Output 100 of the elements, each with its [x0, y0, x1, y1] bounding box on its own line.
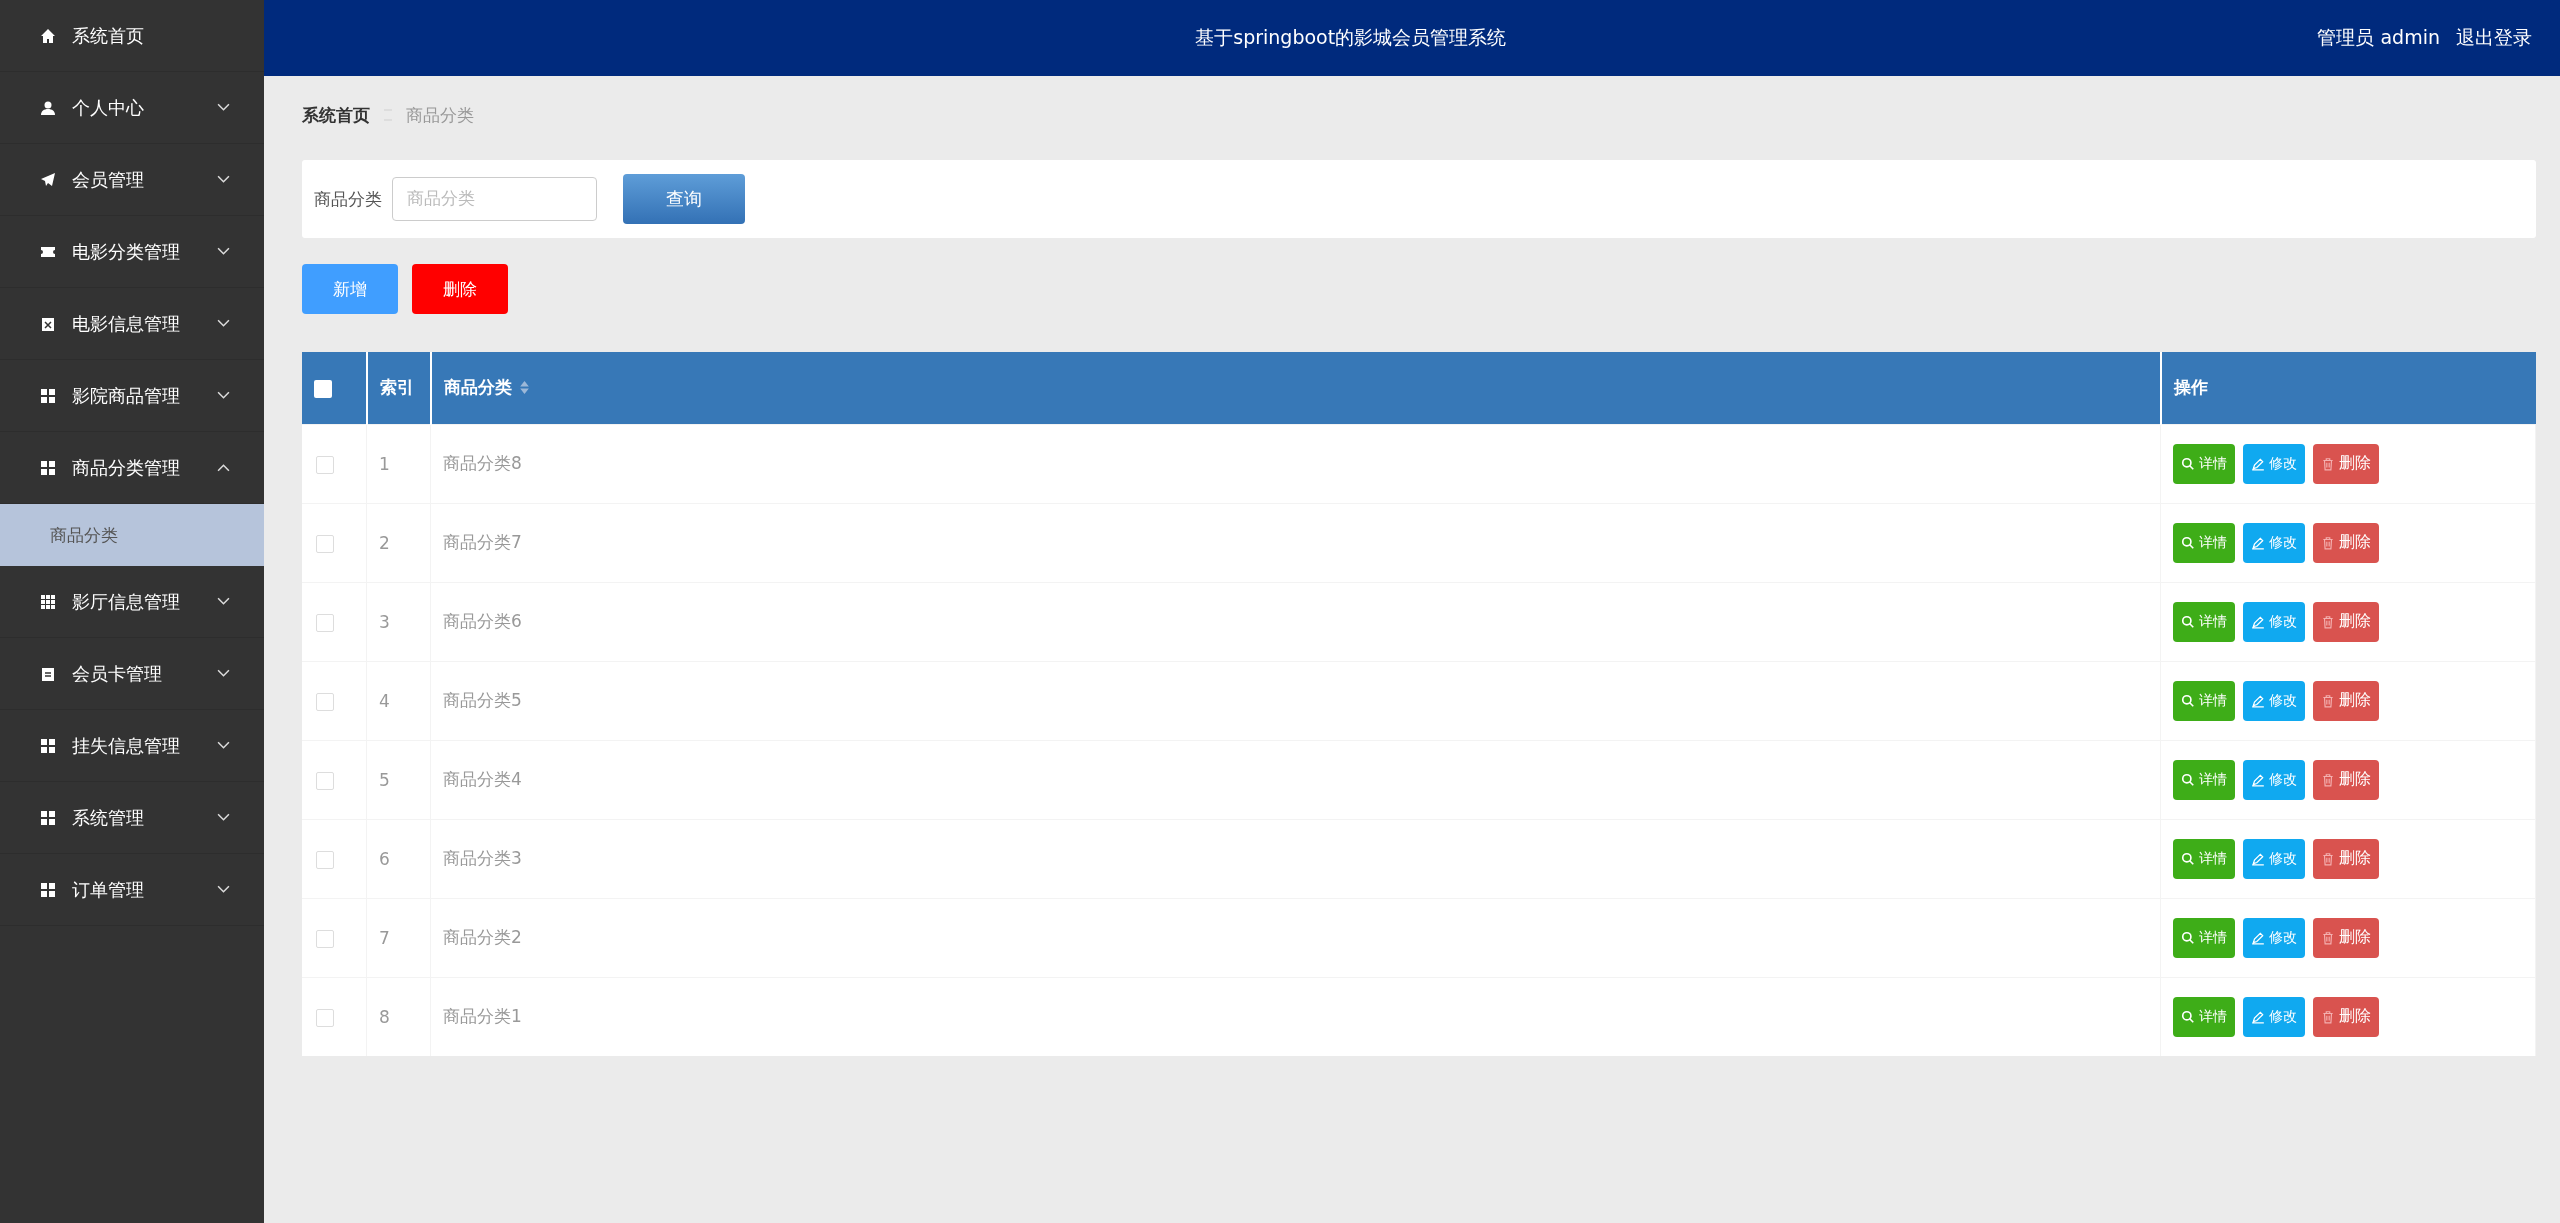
search-icon	[2181, 1009, 2195, 1024]
checkbox[interactable]	[316, 771, 334, 790]
chevron-down-icon	[217, 813, 230, 822]
details-button[interactable]: 详情	[2173, 680, 2235, 721]
delete-row-button[interactable]: 删除	[2313, 996, 2379, 1037]
chevron-down-icon	[217, 175, 230, 184]
table-cell: 1	[379, 453, 390, 474]
edit-button[interactable]: 修改	[2243, 917, 2305, 958]
chevron-down-icon	[217, 103, 230, 112]
pencil-icon	[2251, 693, 2265, 708]
logout-link[interactable]: 退出登录	[2456, 25, 2532, 51]
checkbox[interactable]	[316, 692, 334, 711]
delete-row-button[interactable]: 删除	[2313, 759, 2379, 800]
pencil-icon	[2251, 851, 2265, 866]
table-cell: 商品分类6	[443, 611, 522, 631]
edit-button[interactable]: 修改	[2243, 680, 2305, 721]
table-cell: 6	[379, 848, 390, 869]
grid-icon	[40, 459, 56, 476]
search-icon	[2181, 693, 2195, 708]
chevron-down-icon	[217, 247, 230, 256]
checkbox[interactable]	[316, 850, 334, 869]
checkbox[interactable]	[316, 534, 334, 553]
table-cell: 商品分类7	[443, 532, 522, 552]
pencil-icon	[2251, 1009, 2265, 1024]
grid-icon	[40, 809, 56, 826]
table-cell: 2	[379, 532, 390, 553]
nav-item[interactable]: 电影信息管理	[0, 288, 264, 360]
trash-icon	[2321, 456, 2335, 471]
table-cell: 商品分类1	[443, 1006, 522, 1026]
nav-item[interactable]: 个人中心	[0, 72, 264, 144]
trash-icon	[2321, 614, 2335, 629]
nav-item[interactable]: 电影分类管理	[0, 216, 264, 288]
checkbox[interactable]	[316, 1008, 334, 1027]
table-cell: 3	[379, 611, 390, 632]
details-button[interactable]: 详情	[2173, 838, 2235, 879]
pencil-icon	[2251, 772, 2265, 787]
pencil-icon	[2251, 614, 2265, 629]
sort-icon[interactable]	[519, 381, 529, 395]
add-button[interactable]: 新增	[302, 264, 398, 314]
chevron-down-icon	[217, 391, 230, 400]
trash-icon	[2321, 851, 2335, 866]
checkbox[interactable]	[316, 613, 334, 632]
checkbox[interactable]	[316, 929, 334, 948]
details-button[interactable]: 详情	[2173, 917, 2235, 958]
search-icon	[2181, 772, 2195, 787]
nav-item[interactable]: 挂失信息管理	[0, 710, 264, 782]
details-button[interactable]: 详情	[2173, 443, 2235, 484]
home-icon	[40, 27, 56, 44]
clipboard-x-icon	[40, 315, 56, 332]
delete-row-button[interactable]: 删除	[2313, 443, 2379, 484]
table-cell: 商品分类5	[443, 690, 522, 710]
delete-row-button[interactable]: 删除	[2313, 680, 2379, 721]
pencil-icon	[2251, 930, 2265, 945]
edit-button[interactable]: 修改	[2243, 443, 2305, 484]
column-header: 索引	[366, 352, 431, 424]
details-button[interactable]: 详情	[2173, 601, 2235, 642]
trash-icon	[2321, 930, 2335, 945]
trash-icon	[2321, 535, 2335, 550]
pencil-icon	[2251, 456, 2265, 471]
nav-item[interactable]: 会员卡管理	[0, 638, 264, 710]
edit-button[interactable]: 修改	[2243, 522, 2305, 563]
checkbox[interactable]	[314, 379, 332, 398]
edit-button[interactable]: 修改	[2243, 759, 2305, 800]
breadcrumb-link[interactable]: 商品分类	[406, 103, 474, 127]
user-name: 管理员 admin	[2317, 25, 2440, 50]
search-icon	[2181, 851, 2195, 866]
trash-icon	[2321, 1009, 2335, 1024]
nav-item[interactable]: 会员管理	[0, 144, 264, 216]
nav-item[interactable]: 系统管理	[0, 782, 264, 854]
checkbox[interactable]	[316, 455, 334, 474]
grid-icon	[40, 881, 56, 898]
delete-button[interactable]: 删除	[412, 264, 508, 314]
nav-item[interactable]: 影厅信息管理	[0, 566, 264, 638]
chevron-down-icon	[217, 741, 230, 750]
details-button[interactable]: 详情	[2173, 522, 2235, 563]
delete-row-button[interactable]: 删除	[2313, 522, 2379, 563]
chevron-down-icon	[217, 597, 230, 606]
breadcrumb-link[interactable]: 系统首页	[302, 103, 370, 127]
delete-row-button[interactable]: 删除	[2313, 917, 2379, 958]
search-field[interactable]: 商品分类	[392, 177, 597, 221]
delete-row-button[interactable]: 删除	[2313, 601, 2379, 642]
submenu-item[interactable]: 商品分类	[0, 504, 264, 566]
column-header[interactable]: 商品分类	[443, 377, 512, 398]
search-button[interactable]: 查询	[623, 174, 745, 224]
edit-button[interactable]: 修改	[2243, 838, 2305, 879]
chevron-down-icon	[217, 319, 230, 328]
edit-button[interactable]: 修改	[2243, 601, 2305, 642]
edit-button[interactable]: 修改	[2243, 996, 2305, 1037]
table-cell: 4	[379, 690, 390, 711]
clipboard-icon	[40, 665, 56, 682]
nav-item[interactable]: 订单管理	[0, 854, 264, 926]
grid-icon	[40, 593, 56, 610]
chevron-down-icon	[217, 669, 230, 678]
pencil-icon	[2251, 535, 2265, 550]
details-button[interactable]: 详情	[2173, 996, 2235, 1037]
delete-row-button[interactable]: 删除	[2313, 838, 2379, 879]
nav-item[interactable]: 影院商品管理	[0, 360, 264, 432]
column-header: 操作	[2160, 352, 2536, 424]
details-button[interactable]: 详情	[2173, 759, 2235, 800]
table-cell: 商品分类3	[443, 848, 522, 868]
